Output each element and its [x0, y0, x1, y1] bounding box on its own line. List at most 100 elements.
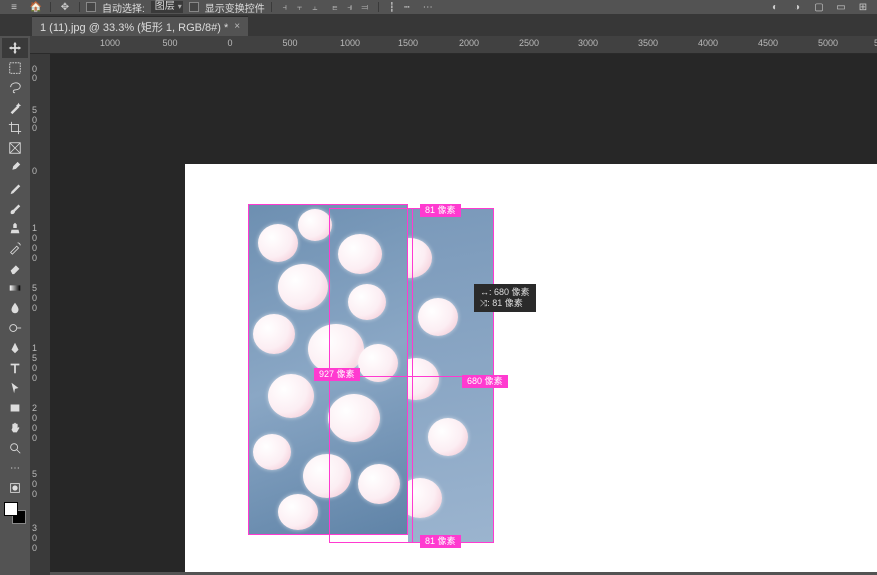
ruler-tick: 1	[32, 343, 37, 353]
smart-guide-height: 927 像素	[314, 368, 360, 381]
ruler-tick: 0	[227, 38, 232, 48]
options-bar: ≡ 🏠 ✥ 自动选择: 图层 显示变换控件 ⫞ ⫟ ⫠ ⫢ ⫣ ⫤ ┇ ┅ ⋯ …	[0, 0, 877, 14]
ruler-tick: 0	[32, 166, 37, 176]
tooltip-line-1: ↔: 680 像素	[480, 287, 530, 298]
ruler-tick: 4000	[698, 38, 718, 48]
show-transform-checkbox[interactable]	[189, 2, 199, 12]
quick-mask-toggle[interactable]	[2, 478, 28, 498]
hand-tool[interactable]	[2, 418, 28, 438]
ruler-tick: 0	[32, 293, 37, 303]
tool-palette: ⋯	[0, 36, 30, 575]
screen-mode-icon[interactable]: ▭	[833, 0, 849, 14]
align-buttons: ⫞ ⫟ ⫠	[278, 1, 322, 13]
ruler-tick: 1	[32, 223, 37, 233]
vertical-ruler: 000500100050015002000500300	[30, 36, 50, 575]
auto-select-checkbox[interactable]	[86, 2, 96, 12]
main-area: ⋯ 000500100050015002000500300 1000500050…	[0, 36, 877, 575]
align-left-icon[interactable]: ⫞	[278, 1, 292, 13]
align-buttons-v: ⫢ ⫣ ⫤	[328, 1, 372, 13]
smart-guide-top: 81 像素	[420, 204, 461, 217]
align-right-icon[interactable]: ⫠	[308, 1, 322, 13]
ruler-tick: 1000	[100, 38, 120, 48]
align-bottom-icon[interactable]: ⫤	[358, 1, 372, 13]
align-middle-icon[interactable]: ⫣	[343, 1, 357, 13]
separator	[378, 2, 379, 12]
ruler-tick: 0	[32, 423, 37, 433]
pen-tool[interactable]	[2, 338, 28, 358]
3d-mode-icon[interactable]: ◐	[767, 0, 783, 14]
ruler-tick: 1500	[398, 38, 418, 48]
ruler-tick: 3	[32, 523, 37, 533]
home-icon[interactable]: 🏠	[28, 0, 44, 14]
move-tool[interactable]	[2, 38, 28, 58]
ruler-tick: 500	[282, 38, 297, 48]
ruler-tick: 0	[32, 253, 37, 263]
lasso-tool[interactable]	[2, 78, 28, 98]
extra-icon[interactable]: ⊞	[855, 0, 871, 14]
ruler-tick: 0	[32, 373, 37, 383]
move-tool-icon[interactable]: ✥	[57, 0, 73, 14]
dodge-tool[interactable]	[2, 318, 28, 338]
layer-dropdown[interactable]: 图层	[151, 1, 183, 13]
horizontal-ruler: 1000500050010001500200025003000350040004…	[50, 36, 877, 54]
ruler-tick: 500	[162, 38, 177, 48]
more-icon[interactable]: ⋯	[420, 0, 436, 14]
ruler-tick: 0	[32, 543, 37, 553]
path-select-tool[interactable]	[2, 378, 28, 398]
gradient-tool[interactable]	[2, 278, 28, 298]
eyedropper-tool[interactable]	[2, 158, 28, 178]
ruler-tick: 2000	[459, 38, 479, 48]
magic-wand-tool[interactable]	[2, 98, 28, 118]
crop-tool[interactable]	[2, 118, 28, 138]
ruler-tick: 3500	[638, 38, 658, 48]
ruler-tick: 5000	[818, 38, 838, 48]
ruler-tick: 2500	[519, 38, 539, 48]
document-tab[interactable]: 1 (11).jpg @ 33.3% (矩形 1, RGB/8#) * ×	[32, 16, 248, 36]
close-icon[interactable]: ×	[234, 21, 240, 32]
ruler-tick: 0	[32, 73, 37, 83]
document-tab-strip: 1 (11).jpg @ 33.3% (矩形 1, RGB/8#) * ×	[0, 14, 877, 36]
type-tool[interactable]	[2, 358, 28, 378]
distribute-h-icon[interactable]: ┇	[385, 1, 399, 13]
quick-mask-icon[interactable]: ▢	[811, 0, 827, 14]
eraser-tool[interactable]	[2, 258, 28, 278]
zoom-tool[interactable]	[2, 438, 28, 458]
viewport: 1000500050010001500200025003000350040004…	[50, 36, 877, 575]
ruler-tick: 0	[32, 413, 37, 423]
marquee-tool[interactable]	[2, 58, 28, 78]
separator	[50, 2, 51, 12]
frame-tool[interactable]	[2, 138, 28, 158]
brush-tool[interactable]	[2, 198, 28, 218]
distribute-v-icon[interactable]: ┅	[400, 1, 414, 13]
distribute-buttons: ┇ ┅	[385, 1, 414, 13]
ruler-tick: 0	[32, 243, 37, 253]
separator	[271, 2, 272, 12]
canvas-area[interactable]: 81 像素 927 像素 680 像素 81 像素 ↔: 680 像素 ⤨: 8…	[50, 54, 877, 575]
ps-menu-icon[interactable]: ≡	[6, 0, 22, 14]
ruler-tick: 1000	[340, 38, 360, 48]
ruler-tick: 0	[32, 363, 37, 373]
smart-guide-width: 680 像素	[462, 375, 508, 388]
show-transform-label: 显示变换控件	[205, 0, 265, 15]
clone-stamp-tool[interactable]	[2, 218, 28, 238]
ruler-tick: 2	[32, 403, 37, 413]
ruler-tick: 0	[32, 533, 37, 543]
ruler-tick: 3000	[578, 38, 598, 48]
document-tab-title: 1 (11).jpg @ 33.3% (矩形 1, RGB/8#) *	[40, 19, 228, 35]
ruler-tick: 0	[32, 489, 37, 499]
mask-mode-icon[interactable]: ◑	[789, 0, 805, 14]
align-top-icon[interactable]: ⫢	[328, 1, 342, 13]
ruler-tick: 0	[32, 233, 37, 243]
ruler-tick: 5	[32, 283, 37, 293]
align-center-h-icon[interactable]: ⫟	[293, 1, 307, 13]
ruler-tick: 0	[32, 115, 37, 125]
healing-brush-tool[interactable]	[2, 178, 28, 198]
edit-toolbar[interactable]: ⋯	[2, 458, 28, 478]
color-swatch[interactable]	[4, 502, 26, 524]
ruler-tick: 0	[32, 479, 37, 489]
history-brush-tool[interactable]	[2, 238, 28, 258]
foreground-color[interactable]	[4, 502, 18, 516]
blur-tool[interactable]	[2, 298, 28, 318]
smart-guide-bottom: 81 像素	[420, 535, 461, 548]
rectangle-tool[interactable]	[2, 398, 28, 418]
